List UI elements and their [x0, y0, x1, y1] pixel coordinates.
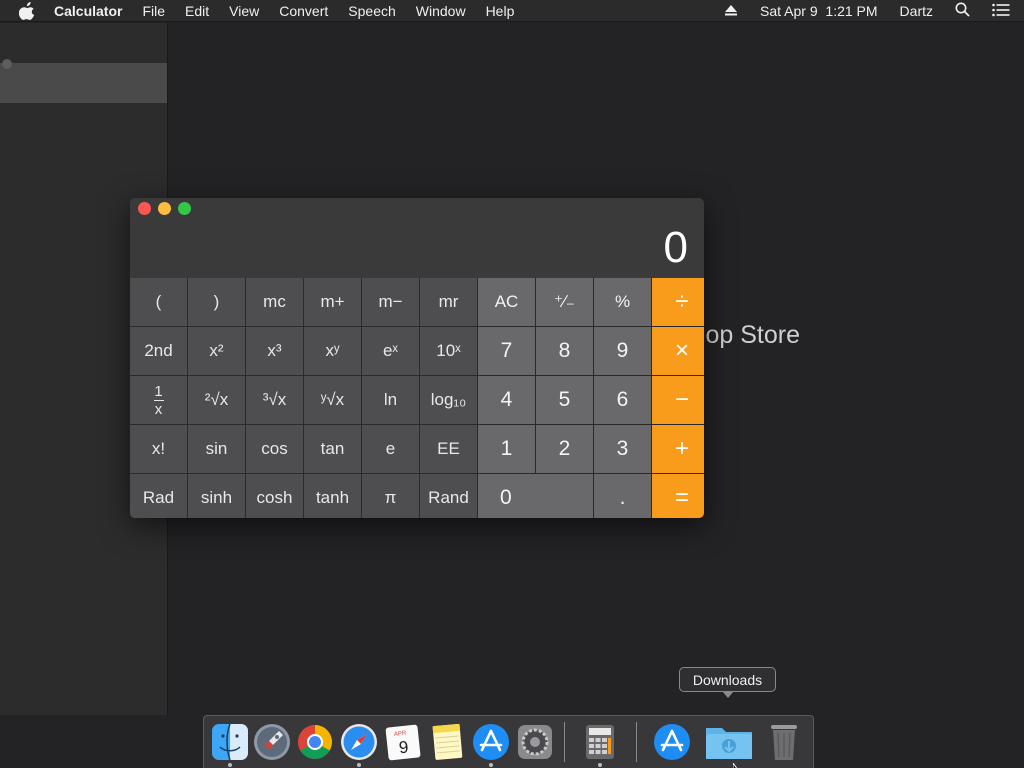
key-rand[interactable]: Rand: [420, 474, 477, 518]
key-equals[interactable]: =: [652, 474, 704, 518]
menu-view[interactable]: View: [229, 3, 259, 19]
menu-file[interactable]: File: [142, 3, 165, 19]
close-button[interactable]: [138, 202, 151, 215]
key-second[interactable]: 2nd: [130, 327, 187, 375]
key-6[interactable]: 6: [594, 376, 651, 424]
menu-edit[interactable]: Edit: [185, 3, 209, 19]
key-e-to-x[interactable]: eˣ: [362, 327, 419, 375]
key-percent[interactable]: %: [594, 278, 651, 326]
key-mr[interactable]: mr: [420, 278, 477, 326]
key-decimal[interactable]: .: [594, 474, 651, 518]
key-y-root[interactable]: ʸ√x: [304, 376, 361, 424]
window-control-dot: [2, 59, 12, 69]
menu-bar: Calculator File Edit View Convert Speech…: [0, 0, 1024, 22]
tooltip-arrow: [722, 691, 734, 698]
clock[interactable]: Sat Apr 9 1:21 PM: [760, 3, 878, 19]
key-pi[interactable]: π: [362, 474, 419, 518]
title-bar[interactable]: [130, 198, 704, 220]
key-m-minus[interactable]: m−: [362, 278, 419, 326]
key-8[interactable]: 8: [536, 327, 593, 375]
key-rad[interactable]: Rad: [130, 474, 187, 518]
key-0[interactable]: 0: [478, 474, 593, 518]
trash-icon[interactable]: [764, 722, 804, 762]
key-log10[interactable]: log₁₀: [420, 376, 477, 424]
key-x-squared[interactable]: x²: [188, 327, 245, 375]
key-2[interactable]: 2: [536, 425, 593, 473]
downloads-folder-icon[interactable]: [704, 722, 752, 762]
menu-app-name[interactable]: Calculator: [54, 3, 122, 19]
running-indicator: [357, 763, 361, 767]
apple-icon[interactable]: [19, 1, 37, 20]
chrome-icon[interactable]: [295, 722, 335, 762]
key-m-plus[interactable]: m+: [304, 278, 361, 326]
safari-icon[interactable]: [339, 722, 379, 762]
key-sin[interactable]: sin: [188, 425, 245, 473]
running-indicator: [598, 763, 602, 767]
key-e[interactable]: e: [362, 425, 419, 473]
calculator-icon[interactable]: [580, 722, 620, 762]
minimize-button[interactable]: [158, 202, 171, 215]
zoom-button[interactable]: [178, 202, 191, 215]
running-indicator: [228, 763, 232, 767]
dock-separator: [636, 722, 637, 762]
launchpad-icon[interactable]: [252, 722, 292, 762]
key-ee[interactable]: EE: [420, 425, 477, 473]
key-1[interactable]: 1: [478, 425, 535, 473]
app-store-window-icon[interactable]: [652, 722, 692, 762]
finder-icon[interactable]: [210, 722, 250, 762]
spotlight-search-icon[interactable]: [955, 2, 970, 20]
key-sinh[interactable]: sinh: [188, 474, 245, 518]
calculator-window: 0 ( ) mc m+ m− mr AC ⁺∕₋ % ÷ 2nd x² x³ x…: [130, 198, 704, 518]
eject-icon[interactable]: [724, 3, 738, 19]
key-open-paren[interactable]: (: [130, 278, 187, 326]
sidebar-selected-item[interactable]: [0, 63, 167, 103]
key-add[interactable]: +: [652, 425, 704, 473]
keypad: ( ) mc m+ m− mr AC ⁺∕₋ % ÷ 2nd x² x³ xʸ …: [130, 278, 704, 518]
key-tanh[interactable]: tanh: [304, 474, 361, 518]
key-square-root[interactable]: ²√x: [188, 376, 245, 424]
key-factorial[interactable]: x!: [130, 425, 187, 473]
key-5[interactable]: 5: [536, 376, 593, 424]
key-7[interactable]: 7: [478, 327, 535, 375]
key-4[interactable]: 4: [478, 376, 535, 424]
notification-center-icon[interactable]: [992, 3, 1010, 20]
key-plus-minus[interactable]: ⁺∕₋: [536, 278, 593, 326]
key-tan[interactable]: tan: [304, 425, 361, 473]
key-x-cubed[interactable]: x³: [246, 327, 303, 375]
calendar-icon[interactable]: APR 9: [383, 722, 423, 762]
user-name[interactable]: Dartz: [900, 3, 933, 19]
key-cube-root[interactable]: ³√x: [246, 376, 303, 424]
dock-tooltip: Downloads: [679, 667, 776, 692]
key-ten-to-x[interactable]: 10ˣ: [420, 327, 477, 375]
key-x-to-y[interactable]: xʸ: [304, 327, 361, 375]
mouse-cursor-icon: [732, 760, 743, 768]
display-value: 0: [663, 223, 688, 272]
system-preferences-icon[interactable]: [515, 722, 555, 762]
key-cosh[interactable]: cosh: [246, 474, 303, 518]
menu-window[interactable]: Window: [416, 3, 466, 19]
key-3[interactable]: 3: [594, 425, 651, 473]
key-divide[interactable]: ÷: [652, 278, 704, 326]
menu-convert[interactable]: Convert: [279, 3, 328, 19]
key-9[interactable]: 9: [594, 327, 651, 375]
dock-separator: [564, 722, 565, 762]
key-ln[interactable]: ln: [362, 376, 419, 424]
running-indicator: [489, 763, 493, 767]
dock: APR 9: [203, 715, 814, 768]
key-all-clear[interactable]: AC: [478, 278, 535, 326]
app-store-icon[interactable]: [471, 722, 511, 762]
calendar-day: 9: [398, 738, 409, 758]
menu-help[interactable]: Help: [486, 3, 515, 19]
key-close-paren[interactable]: ): [188, 278, 245, 326]
notes-icon[interactable]: [427, 722, 467, 762]
key-subtract[interactable]: −: [652, 376, 704, 424]
menu-speech[interactable]: Speech: [348, 3, 395, 19]
menu-extras: Sat Apr 9 1:21 PM Dartz: [724, 0, 1024, 22]
key-reciprocal[interactable]: 1x: [130, 376, 187, 424]
key-multiply[interactable]: ×: [652, 327, 704, 375]
key-cos[interactable]: cos: [246, 425, 303, 473]
key-mc[interactable]: mc: [246, 278, 303, 326]
